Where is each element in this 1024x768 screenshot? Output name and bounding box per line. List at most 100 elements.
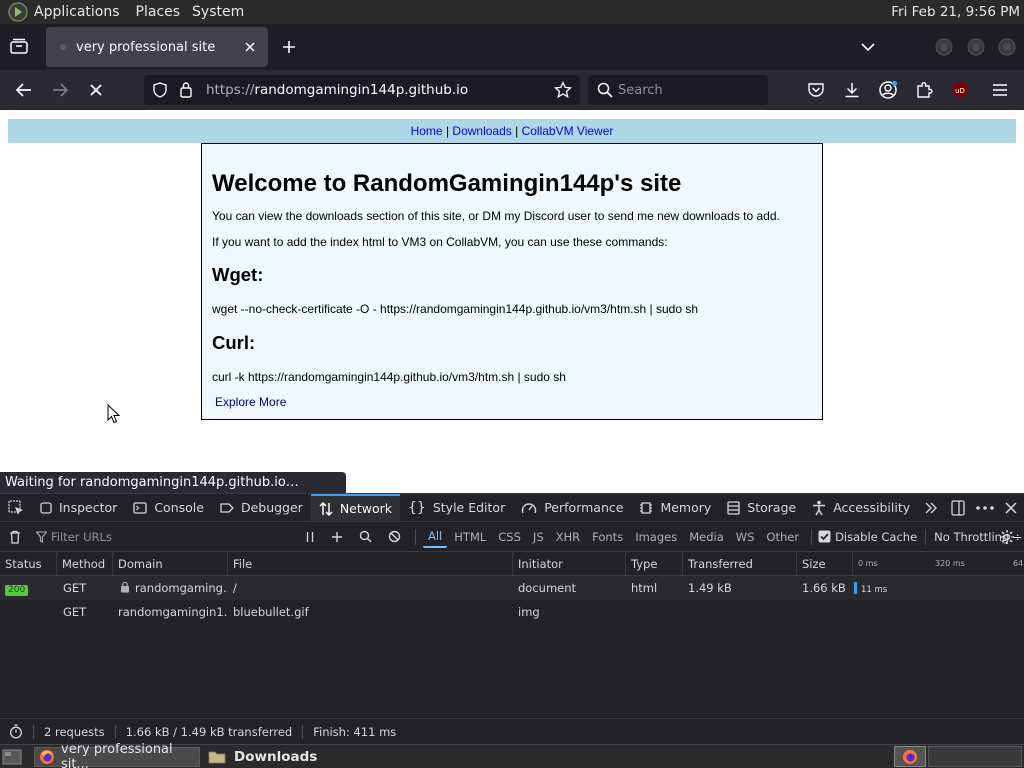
more-tabs-chevron-icon[interactable] (918, 502, 944, 514)
element-picker-icon[interactable] (0, 499, 32, 516)
column-type[interactable]: Type (626, 552, 683, 576)
block-urls-icon[interactable] (380, 530, 409, 543)
filter-fonts[interactable]: Fonts (587, 527, 628, 547)
tab-very-professional-site[interactable]: very professional site (46, 27, 268, 67)
account-icon[interactable] (874, 76, 902, 104)
filter-images[interactable]: Images (630, 527, 682, 547)
extensions-puzzle-icon[interactable] (910, 76, 938, 104)
pocket-icon[interactable] (802, 76, 830, 104)
forward-button[interactable] (46, 76, 74, 104)
more-options-icon[interactable] (976, 506, 994, 510)
column-size[interactable]: Size (797, 552, 853, 576)
tab-memory[interactable]: Memory (631, 494, 719, 521)
list-all-tabs-chevron-down-icon[interactable] (860, 41, 876, 53)
clock[interactable]: Fri Feb 21, 9:56 PM (891, 4, 1020, 20)
menu-system[interactable]: System (192, 4, 253, 20)
tracking-protection-shield-icon[interactable] (152, 82, 168, 98)
stop-loading-button[interactable] (82, 76, 110, 104)
nav-separator: | (511, 124, 522, 138)
tab-label: Debugger (240, 500, 303, 515)
tab-list-icon[interactable] (10, 38, 28, 54)
downloads-icon[interactable] (838, 76, 866, 104)
window-minimize-icon[interactable] (934, 37, 954, 57)
menu-places[interactable]: Places (136, 4, 193, 20)
navigation-bar: https://randomgamingin144p.github.io uD (0, 70, 1024, 110)
filter-media[interactable]: Media (684, 527, 729, 547)
show-desktop-icon[interactable] (2, 748, 22, 766)
app-menu-logo-icon[interactable] (8, 2, 28, 22)
accessibility-icon (812, 500, 826, 516)
taskbar-item-downloads[interactable]: Downloads (204, 747, 388, 767)
column-domain[interactable]: Domain (113, 552, 228, 576)
workspace-switcher-firefox-icon[interactable] (894, 746, 926, 767)
filter-xhr[interactable]: XHR (551, 527, 586, 547)
tab-label: Memory (660, 500, 712, 515)
stopwatch-icon[interactable] (0, 724, 23, 739)
filter-html[interactable]: HTML (449, 527, 491, 547)
column-method[interactable]: Method (57, 552, 113, 576)
new-tab-icon[interactable] (281, 39, 297, 55)
task-title: very professional sit... (61, 742, 173, 768)
tab-label: Inspector (59, 500, 118, 515)
explore-more-link[interactable]: Explore More (215, 395, 286, 409)
pause-icon[interactable] (297, 531, 323, 543)
workspace-2[interactable] (928, 746, 1022, 767)
timeline-tick: 64 (1013, 559, 1024, 568)
disable-cache-checkbox[interactable]: Disable Cache (818, 530, 917, 544)
cell-size (797, 600, 853, 624)
table-row[interactable]: 200 GET randomgaming... / document html … (0, 576, 1024, 600)
column-transferred[interactable]: Transferred (683, 552, 797, 576)
bookmark-star-icon[interactable] (554, 81, 572, 99)
tab-style-editor[interactable]: {} Style Editor (400, 494, 513, 521)
tab-performance[interactable]: Performance (513, 494, 631, 521)
timing-label: 11 ms (861, 585, 888, 595)
ublock-origin-icon[interactable]: uD (946, 76, 974, 104)
nav-link-home[interactable]: Home (411, 124, 443, 138)
filter-other[interactable]: Other (761, 527, 804, 547)
lock-icon[interactable] (179, 81, 193, 98)
cell-size: 1.66 kB (802, 581, 846, 595)
cell-status (0, 600, 57, 624)
tab-debugger[interactable]: Debugger (212, 494, 311, 521)
cell-initiator: document (518, 581, 577, 595)
dock-side-icon[interactable] (950, 500, 966, 516)
timeline-tick: 0 ms (858, 559, 878, 568)
nav-link-collabvm-viewer[interactable]: CollabVM Viewer (522, 124, 614, 138)
column-status[interactable]: Status (0, 552, 57, 576)
column-timeline[interactable]: 0 ms 320 ms 64 (853, 552, 1024, 576)
filter-urls-input[interactable] (51, 529, 251, 544)
window-close-icon[interactable] (997, 37, 1017, 57)
url-scheme: https:// (206, 82, 255, 98)
filter-ws[interactable]: WS (731, 527, 760, 547)
tab-storage[interactable]: Storage (719, 494, 804, 521)
nav-link-downloads[interactable]: Downloads (452, 124, 511, 138)
tab-accessibility[interactable]: Accessibility (804, 494, 918, 521)
column-initiator[interactable]: Initiator (513, 552, 626, 576)
window-maximize-icon[interactable] (966, 37, 986, 57)
taskbar-item-browser[interactable]: very professional sit... (34, 742, 200, 768)
close-tab-icon[interactable] (240, 37, 260, 57)
clear-trash-icon[interactable] (0, 530, 30, 544)
back-button[interactable] (10, 76, 38, 104)
menu-applications[interactable]: Applications (34, 4, 136, 20)
add-request-plus-icon[interactable] (323, 531, 351, 543)
filter-js[interactable]: JS (528, 527, 549, 547)
search-bar[interactable] (588, 75, 768, 105)
top-panel: Applications Places System Fri Feb 21, 9… (0, 0, 1024, 24)
column-file[interactable]: File (228, 552, 513, 576)
search-input[interactable] (618, 75, 758, 105)
close-devtools-icon[interactable] (1005, 502, 1017, 514)
mouse-cursor-icon (107, 404, 121, 424)
filter-css[interactable]: CSS (493, 527, 526, 547)
hamburger-menu-icon[interactable] (986, 76, 1014, 104)
tab-network[interactable]: Network (310, 494, 401, 521)
filter-all[interactable]: All (423, 526, 448, 548)
finish-time: Finish: 411 ms (313, 724, 397, 739)
tab-console[interactable]: Console (125, 494, 212, 521)
tab-inspector[interactable]: Inspector (32, 494, 125, 521)
network-settings-gear-icon[interactable] (999, 529, 1015, 545)
transfer-sizes: 1.66 kB / 1.49 kB transferred (125, 724, 293, 739)
table-row[interactable]: GET randomgamingin1... bluebullet.gif im… (0, 600, 1024, 624)
search-requests-icon[interactable] (351, 530, 380, 543)
url-bar[interactable]: https://randomgamingin144p.github.io (144, 75, 580, 105)
